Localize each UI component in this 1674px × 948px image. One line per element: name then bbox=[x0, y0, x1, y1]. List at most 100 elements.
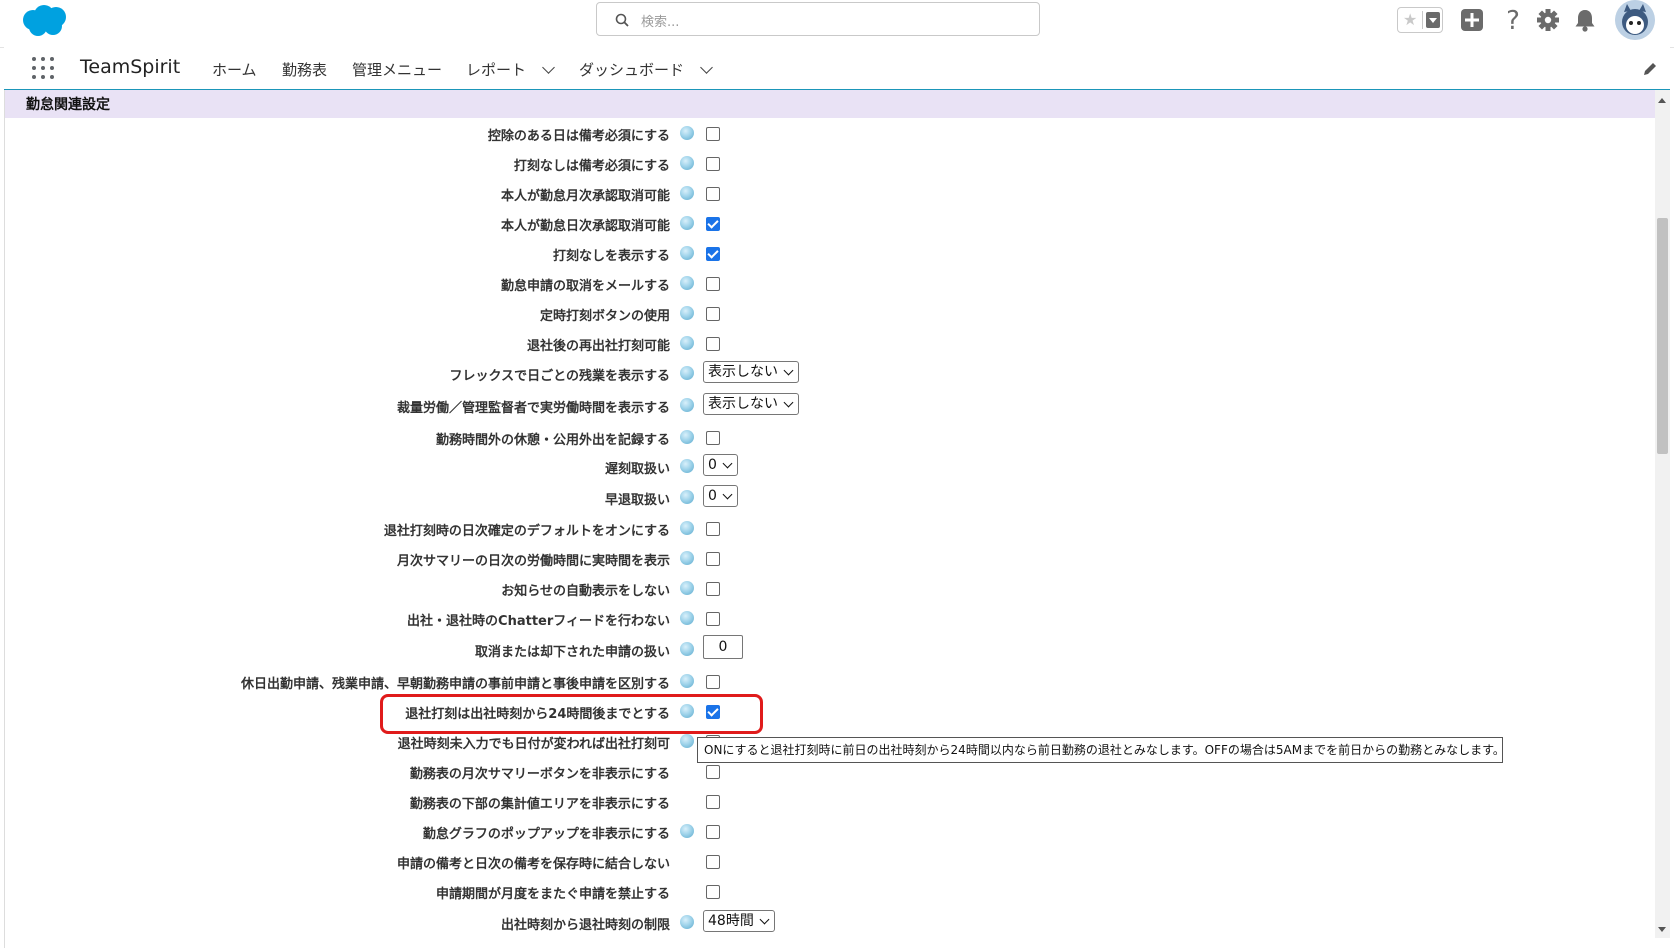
setting-checkbox[interactable] bbox=[706, 247, 720, 261]
setting-checkbox[interactable] bbox=[706, 855, 720, 869]
nav-tab-admin-menu[interactable]: 管理メニュー bbox=[352, 59, 442, 80]
setting-label: 出社・退社時のChatterフィードを行わない bbox=[407, 614, 670, 629]
help-info-icon[interactable] bbox=[680, 490, 694, 504]
app-name: TeamSpirit bbox=[80, 56, 181, 78]
setup-gear-icon[interactable] bbox=[1534, 6, 1562, 34]
help-info-icon[interactable] bbox=[680, 156, 694, 170]
setting-select[interactable]: 0 bbox=[703, 485, 738, 507]
nav-tab-reports-label: レポート bbox=[466, 61, 527, 79]
help-info-icon[interactable] bbox=[680, 126, 694, 140]
scroll-down-arrow-icon[interactable] bbox=[1658, 927, 1666, 932]
help-info-icon[interactable] bbox=[680, 306, 694, 320]
app-launcher-icon[interactable] bbox=[32, 57, 54, 79]
setting-label: 早退取扱い bbox=[604, 493, 670, 508]
setting-row: 定時打刻ボタンの使用 bbox=[0, 298, 1650, 328]
nav-tab-dashboards[interactable]: ダッシュボード bbox=[579, 59, 713, 80]
setting-row: 休日出勤申請、残業申請、早朝勤務申請の事前申請と事後申請を区別する bbox=[0, 666, 1650, 696]
scroll-up-arrow-icon[interactable] bbox=[1658, 98, 1666, 103]
setting-label: 申請期間が月度をまたぐ申請を禁止する bbox=[435, 887, 670, 902]
setting-row: 本人が勤怠日次承認取消可能 bbox=[0, 208, 1650, 238]
favorites-button[interactable]: ★ bbox=[1397, 7, 1443, 33]
setting-checkbox[interactable] bbox=[706, 157, 720, 171]
help-icon[interactable]: ? bbox=[1499, 6, 1527, 34]
setting-checkbox[interactable] bbox=[706, 337, 720, 351]
help-info-icon[interactable] bbox=[680, 581, 694, 595]
help-info-icon[interactable] bbox=[680, 551, 694, 565]
favorites-divider bbox=[1422, 11, 1423, 29]
scrollbar-thumb[interactable] bbox=[1657, 218, 1668, 454]
edit-pencil-icon[interactable] bbox=[1641, 60, 1659, 78]
help-info-icon[interactable] bbox=[680, 366, 694, 380]
setting-select[interactable]: 表示しない bbox=[703, 361, 799, 383]
vertical-scrollbar[interactable] bbox=[1655, 90, 1670, 938]
help-info-icon[interactable] bbox=[680, 521, 694, 535]
help-info-icon[interactable] bbox=[680, 276, 694, 290]
setting-row: 勤怠申請の取消をメールする bbox=[0, 268, 1650, 298]
setting-row: 申請期間が月度をまたぐ申請を禁止する bbox=[0, 876, 1650, 906]
notification-bell-icon[interactable] bbox=[1571, 6, 1599, 34]
add-icon[interactable] bbox=[1458, 6, 1486, 34]
setting-row: 早退取扱い 0 bbox=[0, 482, 1650, 512]
star-icon: ★ bbox=[1403, 10, 1418, 29]
setting-select[interactable]: 表示しない bbox=[703, 393, 799, 415]
setting-row: 勤務表の下部の集計値エリアを非表示にする bbox=[0, 786, 1650, 816]
setting-checkbox[interactable] bbox=[706, 795, 720, 809]
help-info-icon[interactable] bbox=[680, 642, 694, 656]
setting-select[interactable]: 48時間 bbox=[703, 910, 775, 932]
help-info-icon[interactable] bbox=[680, 611, 694, 625]
setting-checkbox[interactable] bbox=[706, 885, 720, 899]
setting-label: 月次サマリーの日次の労働時間に実時間を表示 bbox=[396, 554, 670, 569]
setting-checkbox[interactable] bbox=[706, 187, 720, 201]
chevron-down-icon[interactable] bbox=[542, 61, 555, 74]
help-info-icon[interactable] bbox=[680, 186, 694, 200]
setting-number-input[interactable]: 0 bbox=[703, 635, 743, 659]
setting-label: 控除のある日は備考必須にする bbox=[487, 129, 670, 144]
help-info-icon[interactable] bbox=[680, 430, 694, 444]
setting-row: 月次サマリーの日次の労働時間に実時間を表示 bbox=[0, 543, 1650, 573]
setting-checkbox[interactable] bbox=[706, 431, 720, 445]
setting-checkbox[interactable] bbox=[706, 217, 720, 231]
setting-label: 勤怠グラフのポップアップを非表示にする bbox=[422, 827, 670, 842]
setting-label: フレックスで日ごとの残業を表示する bbox=[449, 369, 670, 384]
setting-label: お知らせの自動表示をしない bbox=[501, 584, 670, 599]
setting-checkbox[interactable] bbox=[706, 765, 720, 779]
help-info-icon[interactable] bbox=[680, 674, 694, 688]
help-info-icon[interactable] bbox=[680, 734, 694, 748]
nav-tab-reports[interactable]: レポート bbox=[466, 59, 555, 80]
help-info-icon[interactable] bbox=[680, 336, 694, 350]
help-info-icon[interactable] bbox=[680, 246, 694, 260]
setting-checkbox[interactable] bbox=[706, 825, 720, 839]
setting-row: 退社後の再出社打刻可能 bbox=[0, 328, 1650, 358]
setting-checkbox[interactable] bbox=[706, 552, 720, 566]
salesforce-cloud-icon[interactable] bbox=[20, 4, 70, 38]
setting-checkbox[interactable] bbox=[706, 522, 720, 536]
setting-checkbox[interactable] bbox=[706, 307, 720, 321]
setting-label: 取消または却下された申請の扱い bbox=[474, 645, 670, 660]
setting-checkbox[interactable] bbox=[706, 612, 720, 626]
setting-checkbox[interactable] bbox=[706, 675, 720, 689]
help-info-icon[interactable] bbox=[680, 216, 694, 230]
global-search-input[interactable]: 検索... bbox=[596, 2, 1040, 36]
help-info-icon[interactable] bbox=[680, 824, 694, 838]
nav-tab-timesheet[interactable]: 勤務表 bbox=[282, 59, 327, 80]
setting-select[interactable]: 0 bbox=[703, 454, 738, 476]
chevron-down-icon[interactable] bbox=[700, 61, 713, 74]
help-info-icon[interactable] bbox=[680, 915, 694, 929]
setting-row: 退社打刻は出社時刻から24時間後までとする bbox=[0, 696, 1650, 726]
setting-label: 打刻なしは備考必須にする bbox=[513, 159, 670, 174]
setting-checkbox[interactable] bbox=[706, 127, 720, 141]
nav-tab-home[interactable]: ホーム bbox=[212, 59, 257, 80]
app-navigation-bar: TeamSpirit ホーム 勤務表 管理メニュー レポート ダッシュボード bbox=[4, 47, 1670, 92]
setting-checkbox[interactable] bbox=[706, 277, 720, 291]
help-info-icon[interactable] bbox=[680, 459, 694, 473]
help-info-icon[interactable] bbox=[680, 398, 694, 412]
setting-row: 取消または却下された申請の扱い 0 bbox=[0, 634, 1650, 664]
setting-label: 打刻なしを表示する bbox=[552, 249, 670, 264]
setting-checkbox[interactable] bbox=[706, 582, 720, 596]
chevron-down-icon[interactable] bbox=[1426, 12, 1440, 28]
setting-label: 定時打刻ボタンの使用 bbox=[539, 309, 670, 324]
avatar[interactable] bbox=[1615, 0, 1655, 40]
svg-text:?: ? bbox=[1506, 6, 1520, 34]
search-icon bbox=[615, 13, 629, 27]
setting-row: 勤怠グラフのポップアップを非表示にする bbox=[0, 816, 1650, 846]
